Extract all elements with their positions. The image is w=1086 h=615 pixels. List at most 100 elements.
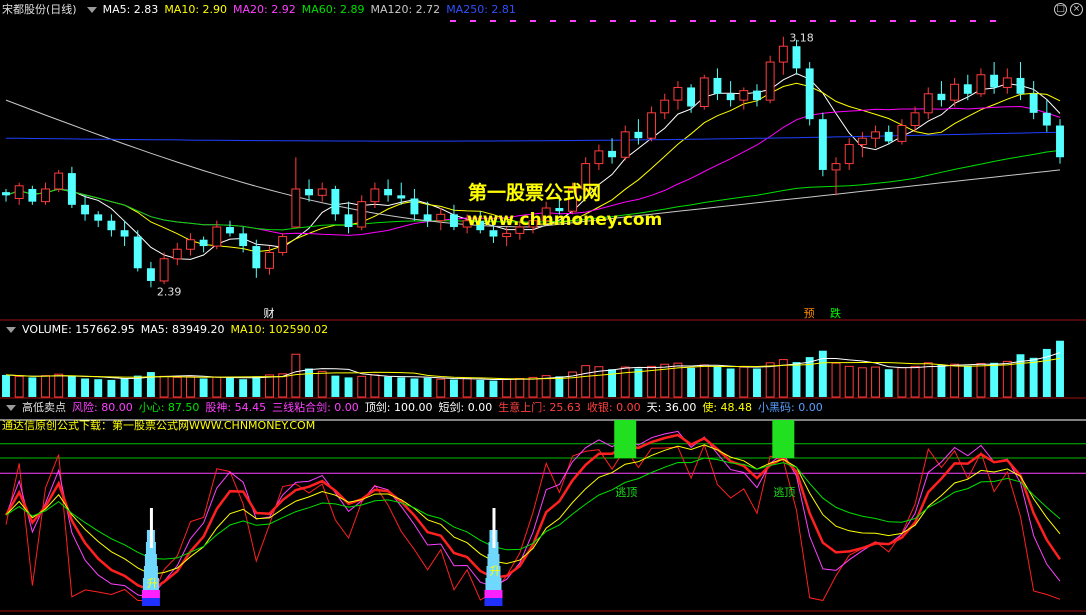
candle-body: [133, 236, 142, 269]
candle-body: [410, 198, 419, 215]
volume-bar: [726, 368, 735, 397]
volume-bar: [765, 362, 775, 398]
chart-canvas[interactable]: 3.182.39财预跌逃顶 逃顶升升: [0, 0, 1086, 615]
ma-value-0: MA5: 2.83: [102, 3, 159, 16]
candle-body: [107, 220, 116, 231]
indicator-subtitle: 通达信原创公式下载：第一股票公式网WWW.CHNMONEY.COM: [2, 419, 316, 432]
candle-body: [739, 90, 749, 101]
indicator-value-0: 风险: 80.00: [72, 401, 133, 414]
volume-bar: [185, 376, 195, 398]
candle-body: [14, 185, 24, 199]
candle-body: [778, 45, 788, 63]
top-dot: [890, 20, 896, 22]
volume-bar: [937, 364, 946, 397]
volume-bar: [317, 370, 327, 398]
top-dot: [710, 20, 716, 22]
candle-body: [897, 125, 907, 142]
volume-bar: [739, 366, 749, 398]
candle-body: [1029, 93, 1038, 113]
candle-body: [28, 188, 37, 202]
indicator-header: 高低卖点 风险: 80.00 小心: 87.50 股神: 54.45 三线粘合剑: 0.…: [2, 400, 835, 416]
volume-bar: [831, 362, 841, 398]
price-marker-1: 预: [804, 307, 815, 320]
volume-bar: [634, 368, 643, 397]
stock-title: 宋都股份(日线): [2, 3, 77, 16]
candle-body: [146, 268, 155, 281]
indicator-value-8: 天: 36.00: [646, 401, 697, 414]
top-dot: [830, 20, 836, 22]
candle-body: [357, 201, 367, 228]
candlestick-series: [2, 36, 1064, 288]
ma-value-4: MA120: 2.72: [370, 3, 441, 16]
volume-bar: [805, 357, 814, 397]
candle-body: [1056, 125, 1064, 158]
top-dot: [770, 20, 776, 22]
candle-body: [660, 99, 670, 114]
candle-body: [185, 239, 195, 250]
candle-body: [54, 172, 64, 190]
d-line: [5, 444, 1061, 575]
top-dot: [930, 20, 936, 22]
volume-bar: [54, 373, 64, 398]
top-dot: [730, 20, 736, 22]
top-dot: [650, 20, 656, 22]
volume-bar: [94, 379, 103, 397]
candle-body: [1016, 77, 1025, 94]
volume-bar: [2, 374, 10, 397]
volume-bar: [278, 373, 288, 398]
candle-body: [910, 112, 920, 127]
volume-bar: [436, 378, 446, 398]
volume-bar: [489, 380, 498, 397]
volume-bar: [291, 353, 301, 398]
volume-bars: [2, 340, 1064, 398]
candle-body: [765, 61, 775, 101]
top-dot: [630, 20, 636, 22]
dropdown-icon[interactable]: [86, 7, 97, 13]
volume-bar: [792, 362, 801, 397]
candle-body: [923, 93, 933, 114]
volume-value-2: MA10: 102590.02: [230, 323, 329, 336]
volume-bar: [976, 363, 986, 398]
candle-body: [1042, 112, 1051, 126]
volume-bar: [555, 376, 564, 397]
volume-bar: [687, 367, 696, 397]
candle-body: [384, 188, 393, 196]
volume-bar: [950, 363, 960, 398]
candle-body: [805, 68, 814, 120]
top-dot: [950, 20, 956, 22]
candle-body: [871, 131, 881, 139]
candle-body: [67, 173, 76, 205]
close-button[interactable]: ×: [1070, 3, 1083, 16]
top-dot: [690, 20, 696, 22]
volume-menu-icon[interactable]: [6, 327, 16, 333]
volume-bar: [370, 374, 380, 398]
low-price-label: 2.39: [157, 285, 182, 298]
chart-window: 3.18 2.39 财预跌逃顶 逃顶升升 宋都股份(日线) MA5: 2.83 MA10:…: [0, 0, 1086, 615]
candle-body: [331, 188, 340, 215]
indicator-value-5: 短剑: 0.00: [438, 401, 493, 414]
volume-bar: [305, 368, 313, 397]
escape-top-label-1: 逃顶: [773, 486, 795, 499]
indicator-value-10: 小黑码: 0.00: [758, 401, 823, 414]
ma-value-2: MA20: 2.92: [233, 3, 296, 16]
price-header: 宋都股份(日线) MA5: 2.83 MA10: 2.90 MA20: 2.92 MA6…: [2, 2, 528, 18]
candle-body: [436, 213, 446, 222]
volume-bar: [212, 376, 222, 398]
candle-body: [831, 163, 841, 171]
volume-bar: [753, 368, 761, 397]
top-dot: [750, 20, 756, 22]
volume-bar: [423, 377, 432, 397]
indicator-menu-icon[interactable]: [6, 405, 16, 411]
candle-body: [608, 150, 617, 158]
maximize-button[interactable]: □: [1054, 3, 1067, 16]
volume-bar: [1002, 360, 1012, 398]
rise-label-0: 升: [147, 577, 158, 590]
candle-body: [699, 77, 709, 107]
candle-body: [990, 74, 999, 88]
bottom-signal-spike: [149, 508, 153, 548]
rise-label-1: 升: [489, 565, 500, 578]
volume-bar: [449, 379, 458, 397]
escape-top-box: [772, 420, 795, 458]
candle-body: [278, 236, 288, 253]
candle-body: [620, 131, 630, 158]
